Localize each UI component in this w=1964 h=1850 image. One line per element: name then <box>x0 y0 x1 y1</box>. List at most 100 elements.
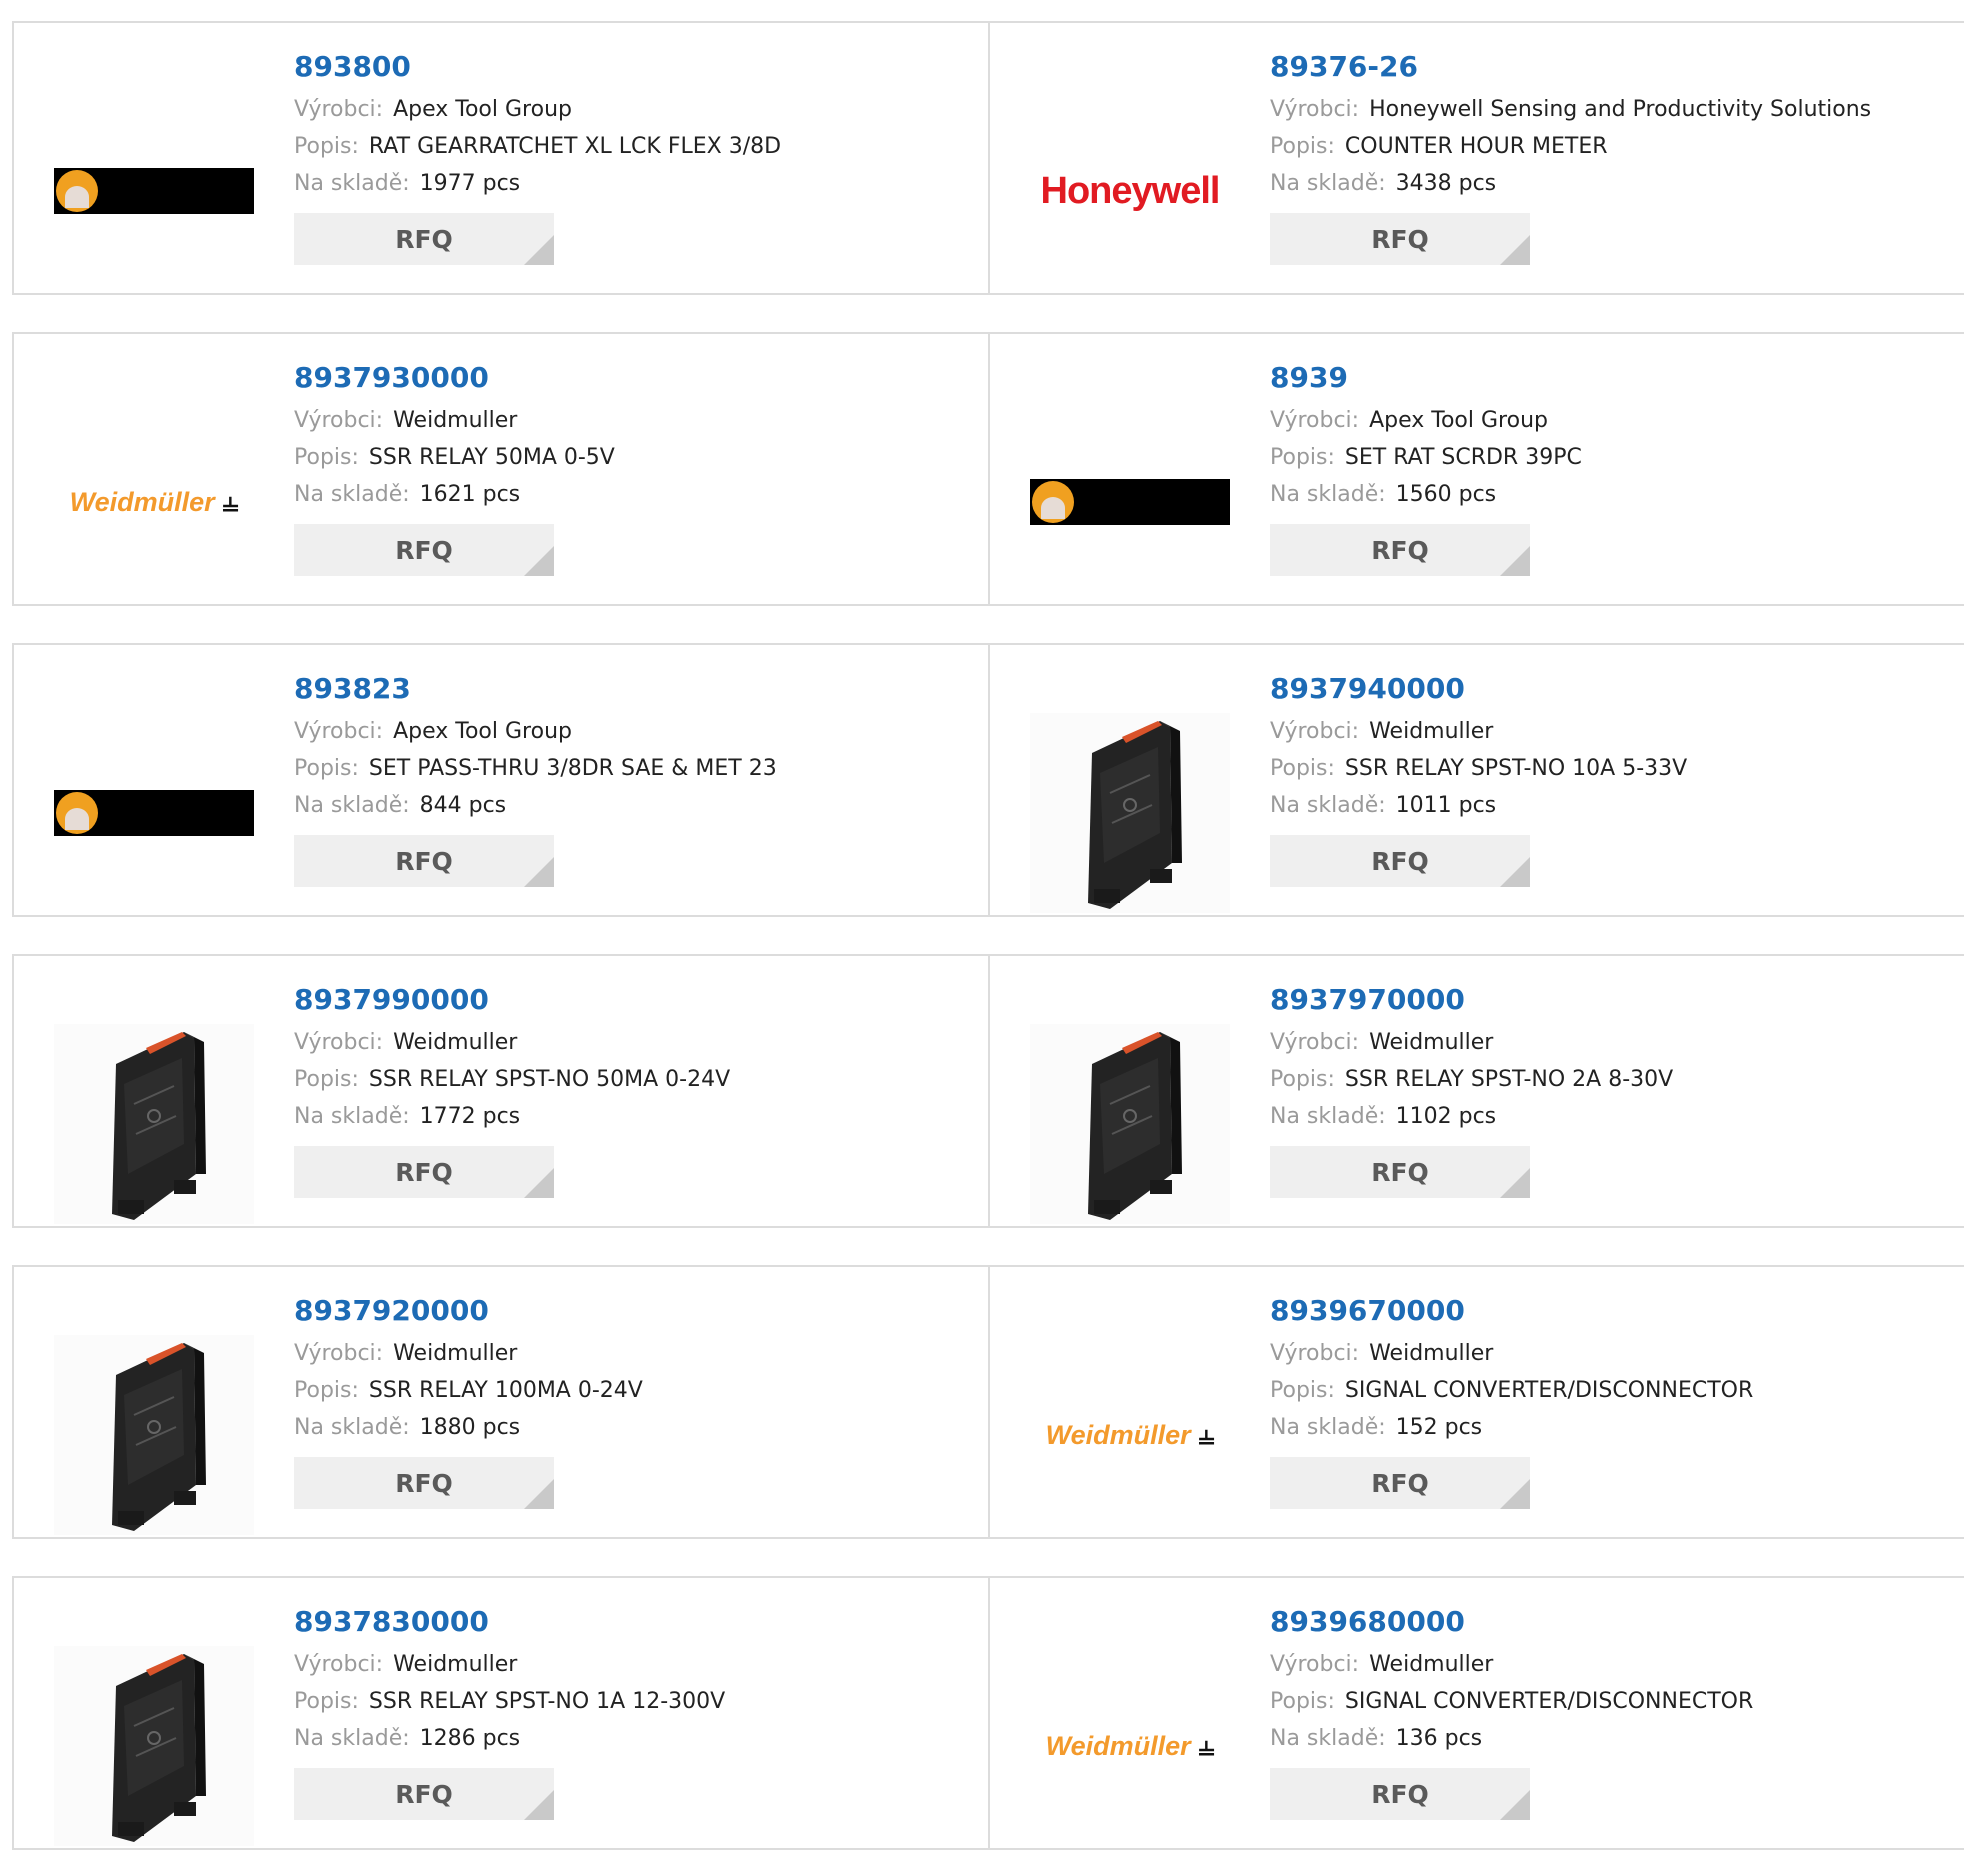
relay-photo[interactable] <box>1030 1024 1230 1224</box>
stock-line: Na skladě: 136 pcs <box>1270 1720 1753 1757</box>
stock-line: Na skladě: 1102 pcs <box>1270 1098 1673 1135</box>
rfq-label: RFQ <box>1371 846 1429 876</box>
part-number-link[interactable]: 8937970000 <box>1270 982 1673 1018</box>
description-line: Popis: SIGNAL CONVERTER/DISCONNECTOR <box>1270 1683 1753 1720</box>
relay-photo[interactable] <box>1030 713 1230 913</box>
stock-line: Na skladě: 1621 pcs <box>294 476 615 513</box>
rfq-label: RFQ <box>395 846 453 876</box>
description-label: Popis: <box>1270 134 1335 159</box>
description-line: Popis: SIGNAL CONVERTER/DISCONNECTOR <box>1270 1372 1753 1409</box>
product-info: 8937920000 Výrobci: Weidmuller Popis: SSR … <box>294 1293 643 1509</box>
part-number-link[interactable]: 8937830000 <box>294 1604 725 1640</box>
corner-decoration <box>524 235 554 265</box>
description-line: Popis: SSR RELAY 50MA 0-5V <box>294 439 615 476</box>
apex-logo-icon <box>54 168 254 214</box>
rfq-button[interactable]: RFQ <box>1270 213 1530 265</box>
description-value: SET RAT SCRDR 39PC <box>1344 445 1582 470</box>
weidmuller-logo[interactable]: Weidmüller ⫨ <box>1030 1646 1230 1846</box>
stock-line: Na skladě: 1772 pcs <box>294 1098 730 1135</box>
description-line: Popis: SET PASS-THRU 3/8DR SAE & MET 23 <box>294 750 777 787</box>
apex-logo[interactable] <box>1030 402 1230 602</box>
manufacturer-line: Výrobci: Weidmuller <box>294 1335 643 1372</box>
apex-logo[interactable] <box>54 91 254 291</box>
weidmuller-logo[interactable]: Weidmüller ⫨ <box>54 402 254 602</box>
manufacturer-label: Výrobci: <box>294 1341 384 1366</box>
product-info: 893823 Výrobci: Apex Tool Group Popis: SET… <box>294 671 777 887</box>
part-number-link[interactable]: 89376-26 <box>1270 49 1871 85</box>
relay-image <box>54 1335 254 1535</box>
relay-image <box>54 1024 254 1224</box>
manufacturer-line: Výrobci: Weidmuller <box>1270 1646 1753 1683</box>
manufacturer-value: Apex Tool Group <box>1369 408 1548 433</box>
description-line: Popis: SSR RELAY SPST-NO 50MA 0-24V <box>294 1061 730 1098</box>
part-number-link[interactable]: 8937930000 <box>294 360 615 396</box>
rfq-button[interactable]: RFQ <box>1270 524 1530 576</box>
rfq-button[interactable]: RFQ <box>294 1457 554 1509</box>
part-number-link[interactable]: 8939680000 <box>1270 1604 1753 1640</box>
part-number-link[interactable]: 8939670000 <box>1270 1293 1753 1329</box>
relay-photo[interactable] <box>54 1335 254 1535</box>
manufacturer-value: Weidmuller <box>1369 1030 1494 1055</box>
rfq-label: RFQ <box>395 1157 453 1187</box>
product-info: 8939680000 Výrobci: Weidmuller Popis: SIGN… <box>1270 1604 1753 1820</box>
manufacturer-value: Weidmuller <box>393 408 518 433</box>
product-card: Honeywell 89376-26 Výrobci: Honeywell Sen… <box>990 21 1964 295</box>
part-number-link[interactable]: 893823 <box>294 671 777 707</box>
part-number-link[interactable]: 8937940000 <box>1270 671 1687 707</box>
corner-decoration <box>524 1168 554 1198</box>
rfq-button[interactable]: RFQ <box>294 835 554 887</box>
product-card: Weidmüller ⫨ 8939680000 Výrobci: Weidmulle… <box>990 1576 1964 1850</box>
rfq-button[interactable]: RFQ <box>294 1768 554 1820</box>
stock-label: Na skladě: <box>294 793 410 818</box>
description-value: SSR RELAY 50MA 0-5V <box>368 445 615 470</box>
stock-value: 1102 pcs <box>1395 1104 1497 1129</box>
part-number-link[interactable]: 8939 <box>1270 360 1582 396</box>
manufacturer-line: Výrobci: Honeywell Sensing and Productivi… <box>1270 91 1871 128</box>
description-label: Popis: <box>1270 1689 1335 1714</box>
manufacturer-label: Výrobci: <box>1270 1341 1360 1366</box>
product-row: 893823 Výrobci: Apex Tool Group Popis: SET… <box>12 643 1964 917</box>
description-line: Popis: SSR RELAY SPST-NO 1A 12-300V <box>294 1683 725 1720</box>
rfq-button[interactable]: RFQ <box>294 1146 554 1198</box>
stock-line: Na skladě: 1560 pcs <box>1270 476 1582 513</box>
relay-photo[interactable] <box>54 1646 254 1846</box>
relay-image <box>1030 1024 1230 1224</box>
description-label: Popis: <box>1270 445 1335 470</box>
description-label: Popis: <box>294 1067 359 1092</box>
stock-line: Na skladě: 1977 pcs <box>294 165 781 202</box>
rfq-button[interactable]: RFQ <box>1270 1457 1530 1509</box>
relay-photo[interactable] <box>54 1024 254 1224</box>
relay-image <box>1030 713 1230 913</box>
weidmuller-mark-icon: ⫨ <box>1198 1418 1215 1450</box>
apex-logo[interactable] <box>54 713 254 913</box>
rfq-button[interactable]: RFQ <box>1270 835 1530 887</box>
product-card: 8937920000 Výrobci: Weidmuller Popis: SSR … <box>12 1265 990 1539</box>
corner-decoration <box>1500 546 1530 576</box>
manufacturer-label: Výrobci: <box>294 719 384 744</box>
rfq-label: RFQ <box>395 1468 453 1498</box>
weidmuller-logo[interactable]: Weidmüller ⫨ <box>1030 1335 1230 1535</box>
part-number-link[interactable]: 8937920000 <box>294 1293 643 1329</box>
rfq-button[interactable]: RFQ <box>1270 1146 1530 1198</box>
description-label: Popis: <box>294 1689 359 1714</box>
product-info: 8937830000 Výrobci: Weidmuller Popis: SSR … <box>294 1604 725 1820</box>
rfq-label: RFQ <box>395 535 453 565</box>
rfq-button[interactable]: RFQ <box>1270 1768 1530 1820</box>
manufacturer-line: Výrobci: Apex Tool Group <box>294 713 777 750</box>
stock-label: Na skladě: <box>1270 793 1386 818</box>
rfq-button[interactable]: RFQ <box>294 213 554 265</box>
manufacturer-label: Výrobci: <box>1270 1030 1360 1055</box>
part-number-link[interactable]: 8937990000 <box>294 982 730 1018</box>
manufacturer-value: Weidmuller <box>1369 1341 1494 1366</box>
stock-value: 1772 pcs <box>419 1104 521 1129</box>
stock-value: 1011 pcs <box>1395 793 1497 818</box>
honeywell-logo[interactable]: Honeywell <box>1030 91 1230 291</box>
stock-value: 3438 pcs <box>1395 171 1497 196</box>
manufacturer-value: Apex Tool Group <box>393 97 572 122</box>
part-number-link[interactable]: 893800 <box>294 49 781 85</box>
product-info: 8939 Výrobci: Apex Tool Group Popis: SET R… <box>1270 360 1582 576</box>
rfq-button[interactable]: RFQ <box>294 524 554 576</box>
description-line: Popis: RAT GEARRATCHET XL LCK FLEX 3/8D <box>294 128 781 165</box>
description-label: Popis: <box>1270 756 1335 781</box>
stock-label: Na skladě: <box>294 171 410 196</box>
